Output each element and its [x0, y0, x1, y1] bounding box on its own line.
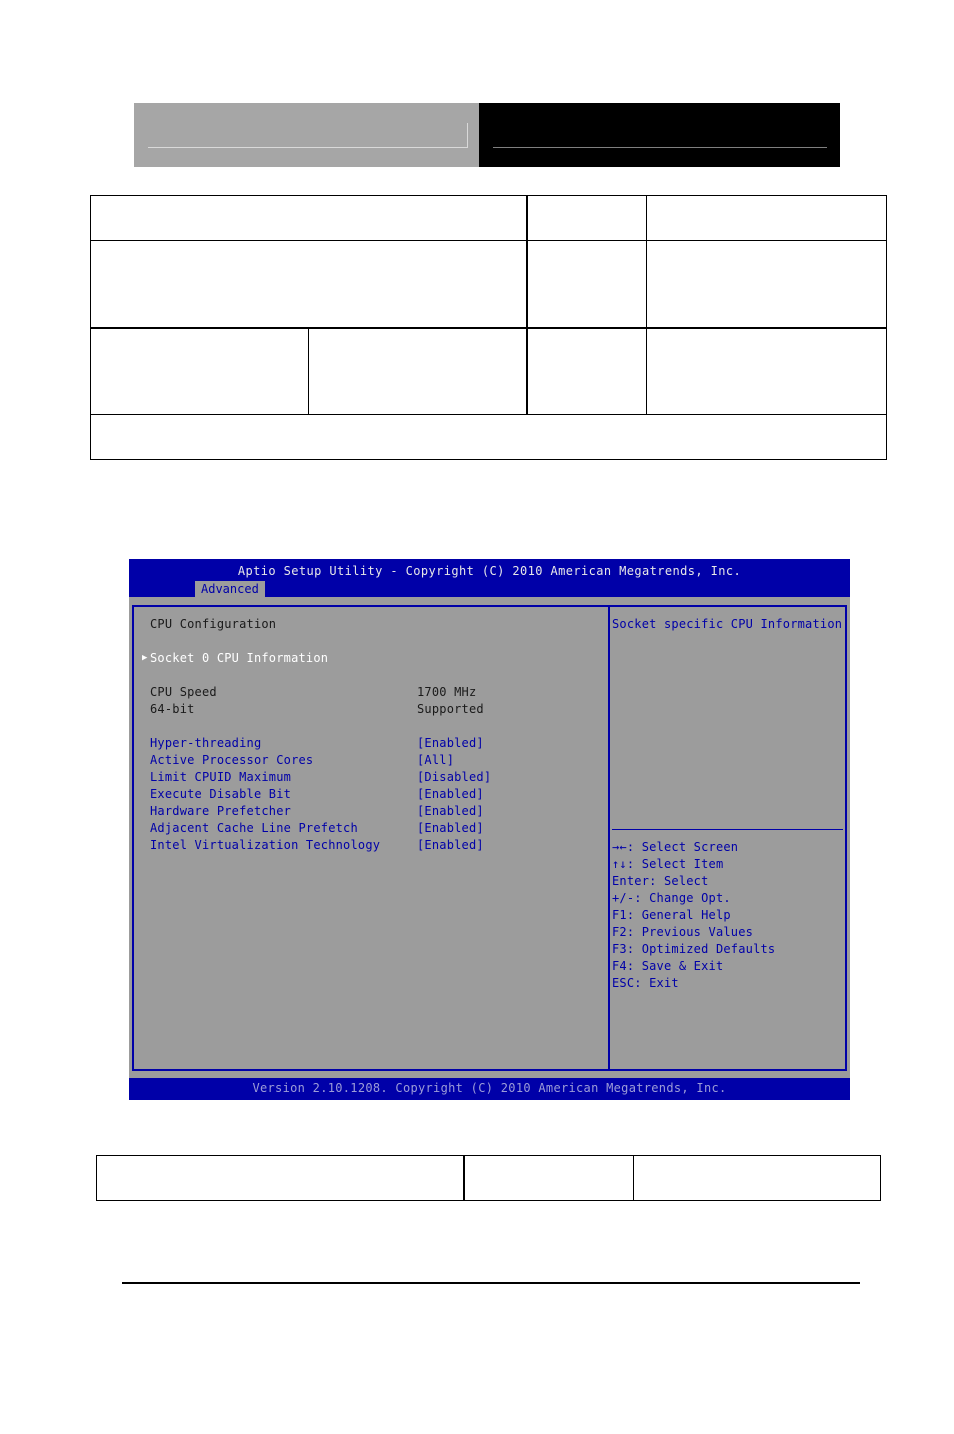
table-row	[90, 195, 887, 241]
submenu-label: Socket 0 CPU Information	[150, 651, 329, 665]
table-row	[90, 414, 887, 460]
table-cell	[633, 1155, 881, 1201]
banner-left-rule-vertical	[467, 123, 468, 148]
table-row	[96, 1155, 881, 1201]
option-value[interactable]: [Enabled]	[417, 837, 484, 854]
table-cell	[526, 195, 647, 241]
option-label: Intel Virtualization Technology	[150, 838, 381, 852]
table-cell	[308, 327, 528, 415]
page-footer-rule	[122, 1282, 860, 1284]
option-value[interactable]: [Enabled]	[417, 820, 484, 837]
table-cell	[646, 195, 887, 241]
option-label: Limit CPUID Maximum	[150, 770, 292, 784]
key-help-enter: Enter: Select	[612, 874, 709, 888]
table-row	[90, 240, 887, 329]
option-label: Adjacent Cache Line Prefetch	[150, 821, 358, 835]
table-cell	[90, 240, 528, 329]
key-help-f4: F4: Save & Exit	[612, 959, 724, 973]
option-label: Active Processor Cores	[150, 753, 314, 767]
table-cell	[526, 240, 647, 329]
info-value-64-bit: Supported	[417, 702, 484, 716]
triangle-right-icon: ▶	[142, 653, 148, 663]
table-cell	[90, 327, 309, 415]
key-help-f3: F3: Optimized Defaults	[612, 942, 776, 956]
bios-title: Aptio Setup Utility - Copyright (C) 2010…	[237, 564, 742, 578]
table-cell	[526, 327, 647, 415]
table-cell	[463, 1155, 635, 1201]
spec-table	[90, 195, 887, 460]
bios-help-panel: Socket specific CPU Information →←: Sele…	[608, 605, 847, 1071]
table-cell	[646, 327, 887, 415]
key-help-esc: ESC: Exit	[612, 976, 679, 990]
banner-right-rule	[493, 147, 827, 148]
bios-setup-screen: Aptio Setup Utility - Copyright (C) 2010…	[129, 559, 850, 1100]
option-value[interactable]: [All]	[417, 752, 454, 769]
banner-right-panel	[479, 103, 840, 167]
help-divider	[612, 829, 843, 830]
page-header-banner	[134, 103, 840, 167]
table-cell	[90, 195, 528, 241]
banner-left-panel	[134, 103, 479, 167]
key-help-change-opt: +/-: Change Opt.	[612, 891, 731, 905]
option-value[interactable]: [Enabled]	[417, 803, 484, 820]
info-label-64-bit: 64-bit	[150, 702, 195, 716]
table-cell	[646, 240, 887, 329]
bios-version: Version 2.10.1208. Copyright (C) 2010 Am…	[252, 1081, 727, 1095]
info-label-cpu-speed: CPU Speed	[150, 685, 217, 699]
key-help-select-item: ↑↓: Select Item	[612, 857, 724, 871]
options-table	[96, 1155, 881, 1201]
tab-advanced[interactable]: Advanced	[195, 581, 265, 597]
bios-main-panel: CPU Configuration ▶ Socket 0 CPU Informa…	[132, 605, 610, 1071]
option-label: Hardware Prefetcher	[150, 804, 292, 818]
option-value[interactable]: [Enabled]	[417, 786, 484, 803]
key-help-f1: F1: General Help	[612, 908, 731, 922]
table-row	[90, 327, 887, 415]
banner-left-rule	[148, 147, 468, 148]
key-help-select-screen: →←: Select Screen	[612, 840, 739, 854]
table-cell	[90, 414, 887, 460]
key-help-f2: F2: Previous Values	[612, 925, 754, 939]
bios-version-bar: Version 2.10.1208. Copyright (C) 2010 Am…	[129, 1078, 850, 1100]
section-title: CPU Configuration	[150, 617, 277, 631]
option-label: Execute Disable Bit	[150, 787, 292, 801]
bios-title-bar: Aptio Setup Utility - Copyright (C) 2010…	[129, 559, 850, 597]
info-value-cpu-speed: 1700 MHz	[417, 685, 477, 699]
option-value[interactable]: [Enabled]	[417, 735, 484, 752]
table-cell	[96, 1155, 466, 1201]
option-label: Hyper-threading	[150, 736, 262, 750]
option-value[interactable]: [Disabled]	[417, 769, 491, 786]
help-text: Socket specific CPU Information	[612, 617, 843, 631]
